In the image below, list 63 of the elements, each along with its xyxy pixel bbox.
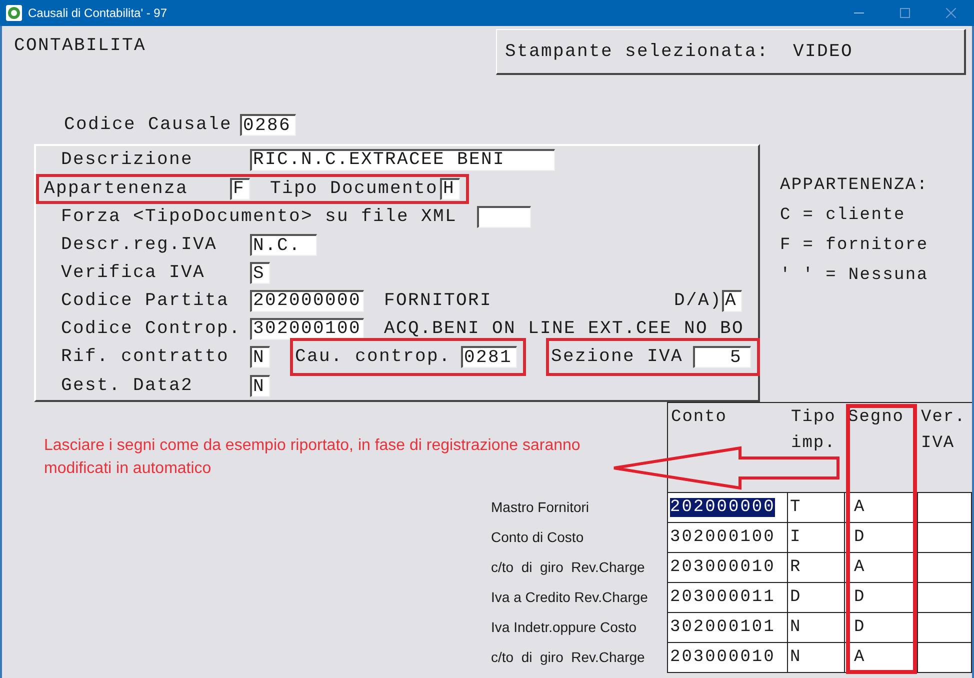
- table-cell[interactable]: R: [788, 553, 845, 583]
- input-field[interactable]: 302000100: [250, 318, 364, 340]
- table-cell[interactable]: 302000101: [668, 613, 788, 643]
- field-label: Descrizione: [60, 150, 194, 170]
- field-label: FORNITORI: [384, 290, 492, 311]
- legend-text: F = fornitore: [780, 236, 928, 256]
- row-label: Iva a Credito Rev.Charge: [491, 588, 649, 607]
- table-cell[interactable]: [918, 643, 972, 673]
- row-label: c/to di giro Rev.Charge: [491, 558, 646, 577]
- table-cell[interactable]: 302000100: [668, 523, 788, 553]
- legend-text: ' ' = Nessuna: [780, 266, 928, 286]
- table-cell[interactable]: T: [788, 493, 845, 523]
- field-label: Gest. Data2: [60, 376, 194, 396]
- table-cell[interactable]: 203000010: [668, 643, 788, 673]
- row-label: Mastro Fornitori: [491, 498, 590, 517]
- input-field[interactable]: S: [250, 262, 270, 284]
- table-cell[interactable]: [918, 493, 972, 523]
- row-label: c/to di giro Rev.Charge: [491, 648, 646, 667]
- field-label: Appartenenza: [43, 178, 190, 199]
- input-field[interactable]: 5: [693, 346, 752, 368]
- table-cell[interactable]: N: [788, 643, 845, 673]
- table-cell[interactable]: 203000010: [668, 553, 788, 583]
- input-field[interactable]: 0286: [240, 114, 296, 136]
- table-cell[interactable]: [918, 523, 972, 553]
- field-label: Rif. contratto: [60, 347, 230, 368]
- input-field[interactable]: N.C.: [250, 234, 317, 256]
- input-field[interactable]: 0281: [461, 346, 518, 368]
- printer-panel: Stampante selezionata: VIDEO: [496, 29, 966, 75]
- table-cell[interactable]: I: [788, 523, 845, 553]
- table-cell[interactable]: [918, 553, 972, 583]
- app-icon: [6, 5, 22, 21]
- input-field[interactable]: H: [440, 178, 460, 200]
- input-field[interactable]: A: [722, 290, 742, 312]
- field-label: Tipo Documento: [270, 178, 438, 199]
- legend-text: C = cliente: [780, 206, 906, 226]
- field-label: D/A): [674, 290, 722, 311]
- window-title: Causali di Contabilita' - 97: [28, 6, 168, 20]
- section-heading: CONTABILITA: [14, 36, 146, 56]
- input-field[interactable]: [477, 206, 532, 228]
- field-label: Codice Causale: [64, 115, 234, 135]
- table-cell[interactable]: [918, 613, 972, 643]
- row-label: Conto di Costo: [491, 528, 585, 547]
- table-cell[interactable]: 203000011: [668, 583, 788, 613]
- field-label: Descr.reg.IVA: [60, 235, 218, 256]
- table-cell[interactable]: N: [788, 613, 845, 643]
- field-label: Cau. controp.: [295, 347, 452, 368]
- note-text: Lasciare i segni come da esempio riportato, in fase di registrazione saranno modificati in automatico: [44, 436, 582, 479]
- input-field[interactable]: RIC.N.C.EXTRACEE BENI: [250, 148, 555, 171]
- field-label: Codice Controp.: [60, 318, 242, 339]
- field-label: Verifica IVA: [60, 263, 206, 283]
- row-label: Iva Indetr.oppure Costo: [491, 618, 638, 637]
- field-label: Codice Partita: [60, 290, 230, 311]
- field-label: Sezione IVA: [551, 347, 684, 368]
- field-label: Forza <TipoDocumento> su file XML: [60, 207, 458, 228]
- input-field[interactable]: F: [230, 178, 250, 200]
- input-field[interactable]: N: [250, 375, 270, 398]
- input-field[interactable]: N: [250, 346, 270, 368]
- table-cell[interactable]: D: [788, 583, 845, 613]
- legend-text: APPARTENENZA:: [780, 176, 928, 196]
- table-cell[interactable]: 202000000: [668, 493, 788, 523]
- input-field[interactable]: 202000000: [250, 290, 364, 312]
- table-cell[interactable]: [918, 583, 972, 613]
- field-label: ACQ.BENI ON LINE EXT.CEE NO BO: [384, 318, 744, 339]
